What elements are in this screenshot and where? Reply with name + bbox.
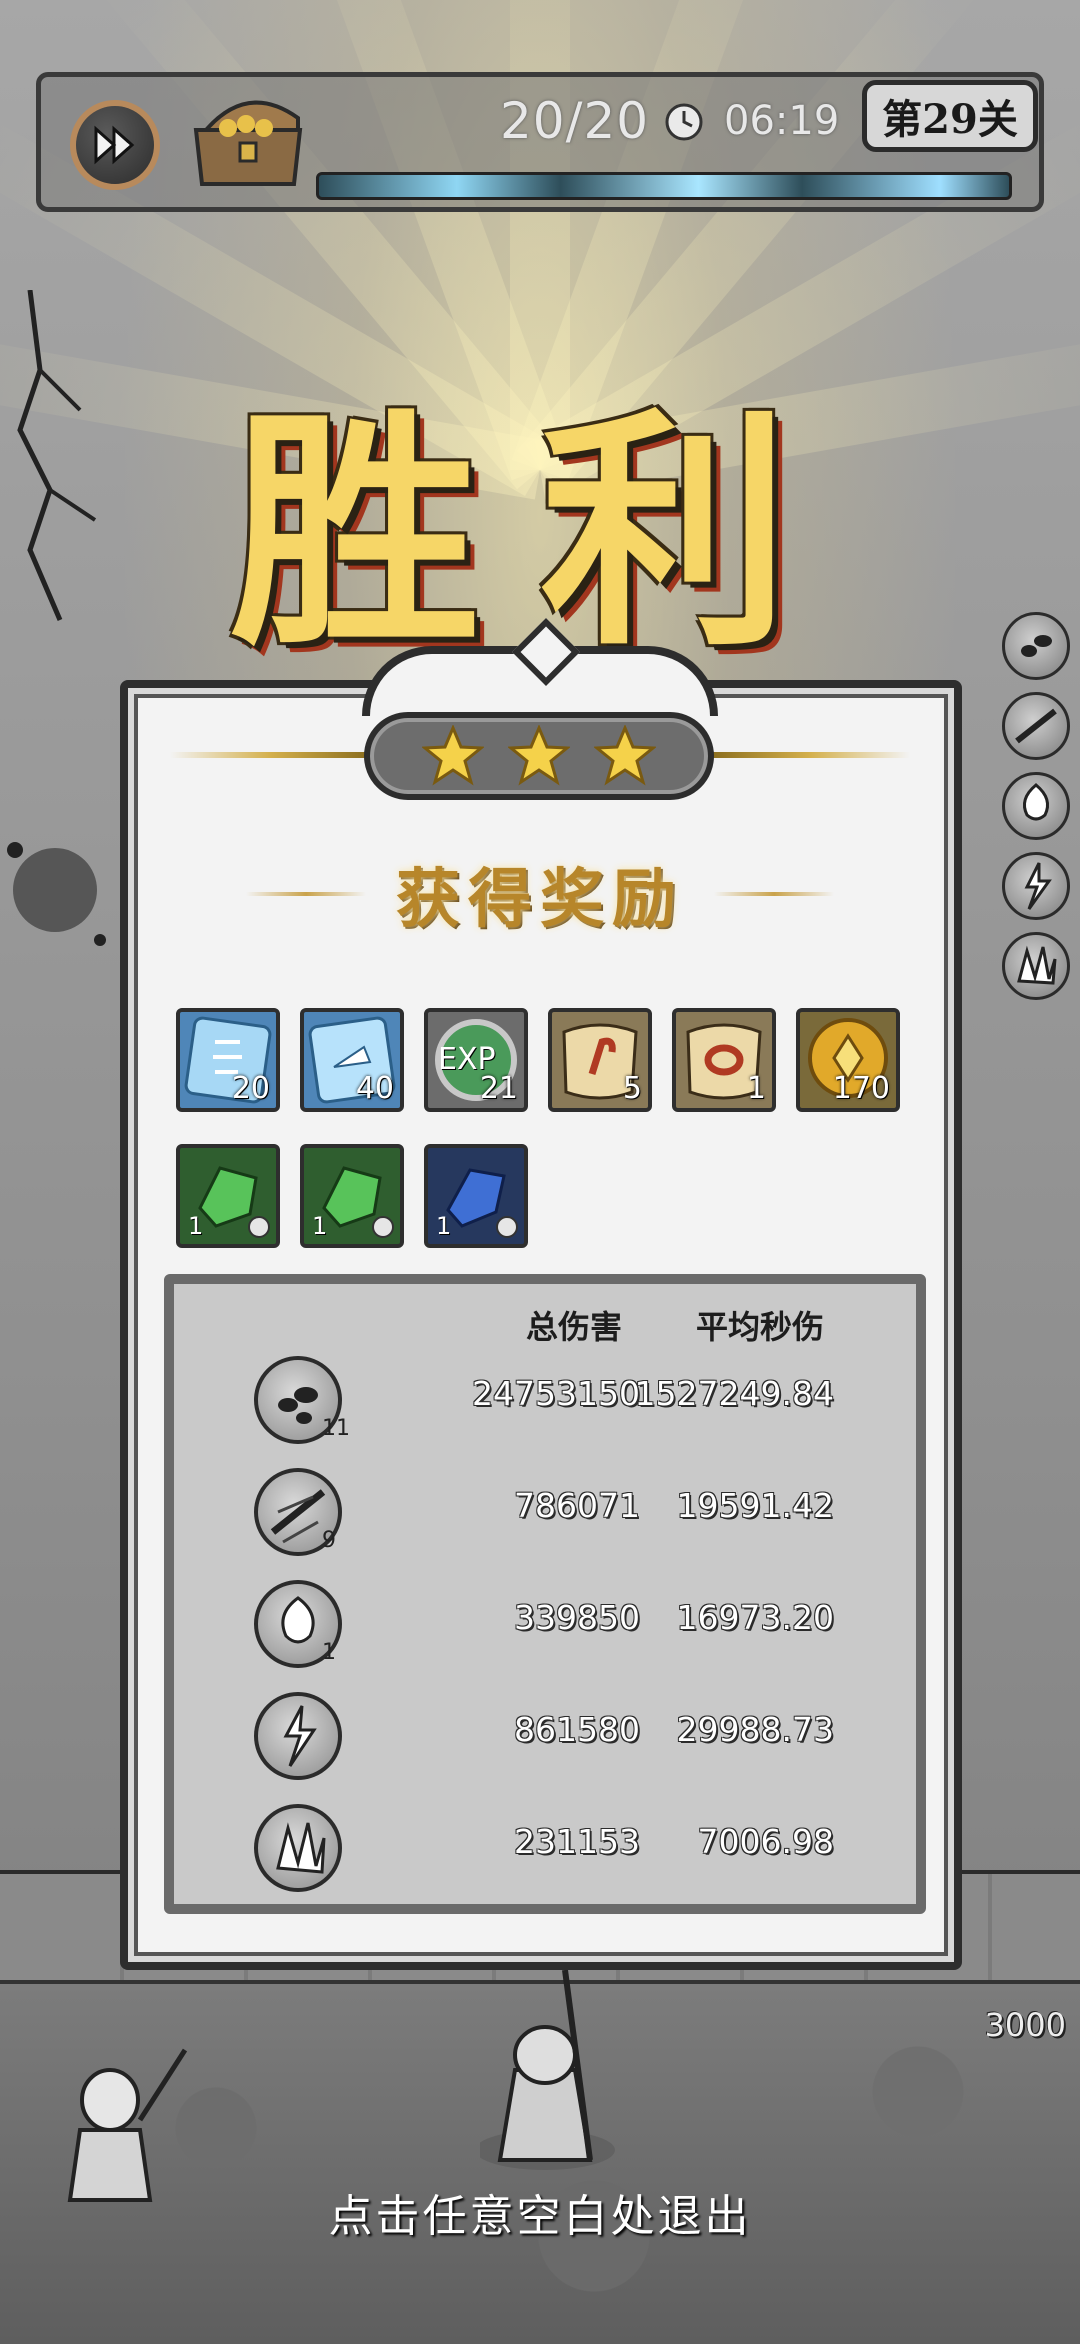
tap-to-exit-hint: 点击任意空白处退出 (328, 2191, 752, 2242)
fast-forward-icon (94, 125, 135, 165)
star-icon (422, 725, 484, 786)
dps-value: 7006.98 (697, 1822, 834, 1861)
battle-timer: 06:19 (724, 98, 840, 144)
reward-item[interactable]: 170 (796, 1008, 900, 1112)
crystal-burst-skill-icon (254, 1804, 342, 1892)
reward-item[interactable]: 1 (300, 1144, 404, 1248)
dps-value: 29988.73 (676, 1710, 834, 1749)
reward-item[interactable]: 5 (548, 1008, 652, 1112)
reward-item[interactable]: 40 (300, 1008, 404, 1112)
dash-strike-skill-icon[interactable] (1002, 692, 1070, 760)
lightning-skill-icon[interactable] (1002, 852, 1070, 920)
dps-header: 平均秒伤 (696, 1308, 825, 1346)
skill-level: 11 (322, 1416, 350, 1441)
rewards-title: 获得奖励 (396, 862, 684, 937)
total-damage-value: 786071 (514, 1486, 640, 1525)
reward-item[interactable]: 1 (672, 1008, 776, 1112)
star-icon (594, 725, 656, 786)
reward-count: 5 (622, 1071, 642, 1106)
total-damage-value: 339850 (514, 1598, 640, 1637)
reward-item[interactable]: 1 (176, 1144, 280, 1248)
total-damage-value: 231153 (514, 1822, 640, 1861)
reward-item[interactable]: EXP 21 (424, 1008, 528, 1112)
star-rating (364, 712, 714, 800)
reward-count: 20 (231, 1071, 270, 1106)
reward-count: 1 (312, 1212, 328, 1240)
lightning-skill-icon (254, 1692, 342, 1780)
reward-count: 170 (832, 1071, 890, 1106)
dps-value: 19591.42 (676, 1486, 834, 1525)
splash-skill-icon[interactable] (1002, 772, 1070, 840)
skill-level: 9 (322, 1528, 336, 1553)
gear-icon (372, 1216, 394, 1238)
star-line-left (170, 752, 370, 758)
gear-icon (496, 1216, 518, 1238)
star-icon (508, 725, 570, 786)
reward-count: 21 (479, 1071, 518, 1106)
total-damage-value: 24753150 (472, 1374, 640, 1413)
total-damage-header: 总伤害 (526, 1308, 623, 1346)
wave-progress-bar (316, 172, 1012, 200)
reward-item[interactable]: 1 (424, 1144, 528, 1248)
gear-icon (248, 1216, 270, 1238)
treasure-chest-icon[interactable] (188, 88, 308, 188)
star-line-right (710, 752, 910, 758)
base-hp-counter: 3000 (984, 2006, 1066, 2044)
dps-value: 16973.20 (676, 1598, 834, 1637)
wave-counter: 20/20 (500, 92, 650, 150)
reward-count: 1 (436, 1212, 452, 1240)
skill-level: 1 (322, 1640, 336, 1665)
reward-count: 1 (188, 1212, 204, 1240)
ink-drops-skill-icon[interactable] (1002, 612, 1070, 680)
crystal-burst-skill-icon[interactable] (1002, 932, 1070, 1000)
mage-hero (480, 1969, 615, 2170)
reward-count: 1 (746, 1071, 766, 1106)
dps-value: 1527249.84 (634, 1374, 834, 1413)
level-badge: 第29关 (862, 80, 1038, 152)
clock-icon (665, 103, 703, 141)
total-damage-value: 861580 (514, 1710, 640, 1749)
speed-toggle-button[interactable] (70, 100, 160, 190)
reward-item[interactable]: 20 (176, 1008, 280, 1112)
reward-count: 40 (355, 1071, 394, 1106)
